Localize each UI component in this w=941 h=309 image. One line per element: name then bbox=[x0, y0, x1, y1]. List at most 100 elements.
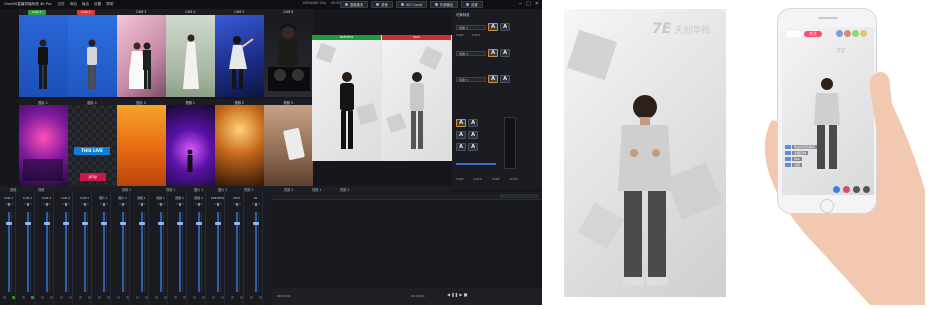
source-tile[interactable]: 视频 2 bbox=[215, 99, 264, 187]
program-monitor[interactable]: PGM bbox=[382, 35, 451, 161]
pan-knob[interactable] bbox=[81, 202, 89, 206]
solo-button[interactable] bbox=[107, 296, 110, 299]
fader-handle[interactable] bbox=[100, 222, 107, 225]
source-tile[interactable]: CAM 1 bbox=[19, 9, 68, 97]
source-tile[interactable]: CAM 4 bbox=[166, 9, 215, 97]
solo-button[interactable] bbox=[164, 296, 167, 299]
pan-knob[interactable] bbox=[5, 202, 13, 206]
transition-button-a[interactable]: A bbox=[500, 23, 510, 31]
search-input[interactable] bbox=[500, 194, 538, 198]
solo-button[interactable] bbox=[69, 296, 72, 299]
source-tile[interactable]: CAM 2 bbox=[68, 9, 117, 97]
effect-button-a[interactable]: A bbox=[456, 131, 466, 139]
broadcast-button[interactable]: 直播推流 bbox=[340, 1, 369, 8]
fader-handle[interactable] bbox=[5, 222, 12, 225]
solo-button[interactable] bbox=[259, 296, 262, 299]
output-button[interactable]: 外部输出 bbox=[429, 1, 459, 8]
menu-settings[interactable]: 设置 bbox=[94, 2, 101, 7]
maximize-icon[interactable]: □ bbox=[526, 1, 531, 7]
effect-button-a[interactable]: A bbox=[468, 131, 478, 139]
solo-button[interactable] bbox=[12, 296, 15, 299]
fader-handle[interactable] bbox=[176, 222, 183, 225]
source-tile[interactable]: CAM 6 bbox=[264, 9, 313, 97]
source-tile[interactable]: 图片 2 bbox=[117, 99, 166, 187]
tab-image-1[interactable]: 图片 1 bbox=[194, 187, 203, 192]
transition-button-a[interactable]: A bbox=[488, 23, 498, 31]
solo-button[interactable] bbox=[202, 296, 205, 299]
fader-handle[interactable] bbox=[24, 222, 31, 225]
tab-video[interactable]: 视频 bbox=[38, 187, 44, 192]
fader-handle[interactable] bbox=[214, 222, 221, 225]
solo-button[interactable] bbox=[50, 296, 53, 299]
pan-knob[interactable] bbox=[100, 202, 108, 206]
transition-button-a[interactable]: A bbox=[488, 75, 498, 83]
mute-button[interactable] bbox=[41, 296, 44, 299]
mute-button[interactable] bbox=[193, 296, 196, 299]
fader-handle[interactable] bbox=[62, 222, 69, 225]
fader-handle[interactable] bbox=[43, 222, 50, 225]
home-button[interactable] bbox=[820, 199, 834, 213]
record-button[interactable]: 录像 bbox=[371, 1, 393, 8]
close-icon[interactable]: ✕ bbox=[535, 1, 539, 7]
mute-button[interactable] bbox=[250, 296, 253, 299]
solo-button[interactable] bbox=[221, 296, 224, 299]
effect-button-a[interactable]: A bbox=[468, 143, 478, 151]
effect-button-a[interactable]: A bbox=[468, 119, 478, 127]
fader-handle[interactable] bbox=[157, 222, 164, 225]
pan-knob[interactable] bbox=[138, 202, 146, 206]
fader-handle[interactable] bbox=[195, 222, 202, 225]
fader-handle[interactable] bbox=[233, 222, 240, 225]
tab-video-2b[interactable]: 视频 2 bbox=[340, 187, 349, 192]
tab-video-1[interactable]: 视频 1 bbox=[122, 187, 131, 192]
comment-icon[interactable] bbox=[833, 185, 840, 193]
solo-button[interactable] bbox=[126, 296, 129, 299]
follow-button[interactable]: 关注 bbox=[804, 31, 822, 37]
pan-knob[interactable] bbox=[176, 202, 184, 206]
tab-video-2[interactable]: 视频 2 bbox=[166, 187, 175, 192]
pan-knob[interactable] bbox=[24, 202, 32, 206]
pan-knob[interactable] bbox=[62, 202, 70, 206]
pan-knob[interactable] bbox=[119, 202, 127, 206]
pan-knob[interactable] bbox=[43, 202, 51, 206]
transport-controls[interactable]: ◀ ❚❚ ▶ ■ bbox=[447, 292, 467, 297]
share-icon[interactable] bbox=[853, 185, 860, 193]
source-tile[interactable]: 视频 1 bbox=[166, 99, 215, 187]
menu-output[interactable]: 输出 bbox=[82, 2, 89, 7]
mute-button[interactable] bbox=[231, 296, 234, 299]
minimize-icon[interactable]: ─ bbox=[519, 1, 522, 7]
transition-button-a[interactable]: A bbox=[488, 49, 498, 57]
transition-button-a[interactable]: A bbox=[500, 49, 510, 57]
source-tile[interactable]: CAM 3 bbox=[117, 9, 166, 97]
transition-select[interactable]: 切换 1 bbox=[456, 24, 486, 30]
close-icon[interactable] bbox=[863, 185, 870, 193]
mute-button[interactable] bbox=[98, 296, 101, 299]
solo-button[interactable] bbox=[240, 296, 243, 299]
t-bar[interactable] bbox=[504, 117, 516, 169]
effect-button-a[interactable]: A bbox=[456, 119, 466, 127]
fader-handle[interactable] bbox=[252, 222, 259, 225]
source-tile[interactable]: CAM 5 bbox=[215, 9, 264, 97]
menu-file[interactable]: 文件 bbox=[57, 2, 64, 7]
mute-button[interactable] bbox=[22, 296, 25, 299]
tab-image-2[interactable]: 图片 2 bbox=[218, 187, 227, 192]
gift-icon[interactable] bbox=[843, 185, 850, 193]
mute-button[interactable] bbox=[212, 296, 215, 299]
source-tile[interactable]: 视频 3 bbox=[264, 99, 313, 187]
mute-button[interactable] bbox=[155, 296, 158, 299]
fader-handle[interactable] bbox=[119, 222, 126, 225]
pan-knob[interactable] bbox=[157, 202, 165, 206]
settings-button[interactable]: 设置 bbox=[461, 1, 483, 8]
transition-button-a[interactable]: A bbox=[500, 75, 510, 83]
pan-knob[interactable] bbox=[214, 202, 222, 206]
tab-audio[interactable]: 音频 bbox=[10, 187, 16, 192]
transition-select[interactable]: 切换 2 bbox=[456, 50, 486, 56]
tab-video-1b[interactable]: 视频 1 bbox=[312, 187, 321, 192]
mute-button[interactable] bbox=[117, 296, 120, 299]
source-tile[interactable]: 图片 1 THIS LIVE play bbox=[68, 99, 117, 187]
mute-button[interactable] bbox=[174, 296, 177, 299]
menu-help[interactable]: 帮助 bbox=[106, 2, 113, 7]
pan-knob[interactable] bbox=[195, 202, 203, 206]
tab-video-4[interactable]: 视频 4 bbox=[284, 187, 293, 192]
mute-button[interactable] bbox=[3, 296, 6, 299]
fader-handle[interactable] bbox=[81, 222, 88, 225]
